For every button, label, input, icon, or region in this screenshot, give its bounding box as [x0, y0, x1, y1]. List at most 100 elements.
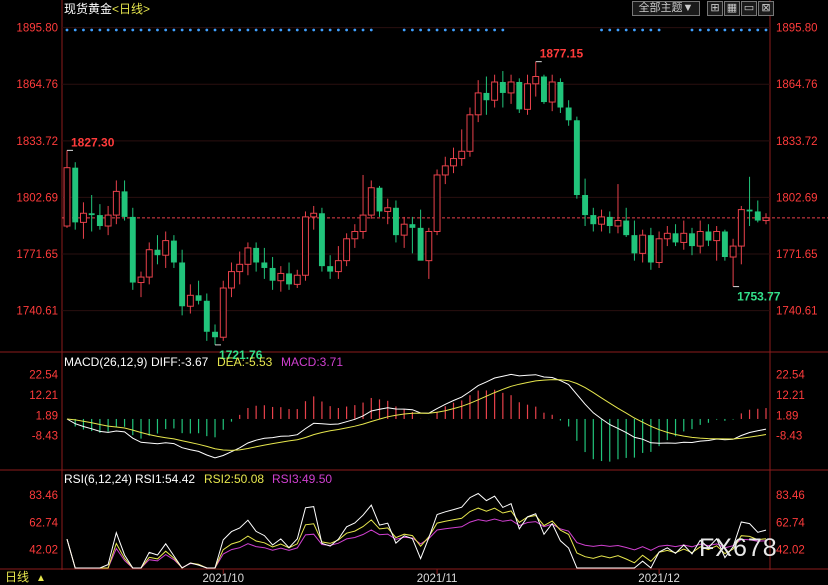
candle-body-down: [573, 120, 580, 196]
candle-body-up: [737, 209, 745, 247]
candle-body-up: [343, 238, 351, 262]
y-tick-label-left: 1802.69: [16, 192, 58, 204]
candle-body-down: [203, 300, 210, 332]
candle-body-up: [433, 174, 441, 232]
rsi-title: RSI(6,12,24): [64, 472, 132, 486]
candle-body-down: [516, 81, 523, 110]
macd-y-tick-left: -8.43: [32, 431, 58, 443]
y-tick-label-left: 1740.61: [16, 306, 58, 318]
event-marker-dot: [715, 28, 719, 32]
event-marker-dot: [452, 28, 455, 32]
x-axis-date-label: 2021/11: [417, 573, 458, 585]
period-tab[interactable]: 日线: [5, 570, 29, 584]
candle-body-up: [614, 220, 622, 227]
period-tab-arrow[interactable]: ▲: [36, 573, 46, 584]
event-marker-dot: [739, 28, 743, 32]
candle-body-down: [96, 215, 103, 227]
candle-body-down: [88, 213, 95, 216]
candle-body-up: [137, 276, 145, 284]
event-marker-dot: [608, 28, 612, 32]
event-marker-dot: [616, 28, 620, 32]
macd-y-tick-right: 12.21: [776, 390, 805, 402]
y-tick-label-left: 1864.76: [16, 79, 58, 91]
y-tick-label-right: 1895.80: [776, 23, 818, 35]
candle-body-down: [499, 81, 506, 93]
y-tick-label-left: 1895.80: [16, 23, 58, 35]
candle-body-up: [162, 240, 170, 256]
candle-body-up: [532, 76, 540, 85]
candle-body-up: [548, 81, 556, 103]
event-marker-dot: [476, 28, 480, 32]
event-marker-dot: [197, 28, 200, 32]
event-marker-dot: [295, 28, 299, 32]
candle-body-up: [441, 165, 449, 176]
event-marker-dot: [468, 28, 472, 32]
x-axis-date-label: 2021/12: [638, 573, 680, 585]
candle-body-down: [541, 76, 547, 103]
candle-body-up: [302, 216, 309, 276]
event-marker-dot: [287, 28, 291, 32]
macd-dif-line: [66, 373, 767, 459]
event-marker-dot: [485, 28, 488, 32]
theme-select-label: 全部主题: [638, 2, 683, 14]
rsi-y-tick-left: 83.46: [29, 490, 58, 502]
event-marker-dot: [361, 28, 365, 32]
event-marker-dot: [254, 28, 258, 32]
candle-body-up: [145, 249, 153, 278]
candle-body-up: [79, 212, 87, 223]
candle-body-down: [705, 231, 712, 241]
event-marker-dot: [410, 28, 414, 32]
event-marker-dot: [345, 28, 348, 32]
macd-y-tick-right: -8.43: [776, 431, 802, 443]
rsi1-value: RSI1:54.42: [135, 472, 195, 486]
candle-body-up: [458, 150, 466, 160]
event-marker-dot: [764, 28, 768, 32]
candle-body-up: [293, 274, 301, 285]
event-marker-dot: [164, 28, 168, 32]
candle-body-down: [582, 195, 589, 216]
event-marker-dot: [328, 28, 332, 32]
candle-body-down: [327, 266, 334, 272]
candle-body-down: [72, 167, 79, 223]
event-marker-dot: [188, 28, 192, 32]
event-marker-dot: [748, 28, 751, 32]
candle-body-down: [195, 295, 202, 301]
event-marker-dot: [65, 28, 69, 32]
candle-body-down: [392, 207, 399, 236]
y-tick-label-left: 1771.65: [16, 249, 58, 261]
candle-body-down: [689, 233, 695, 247]
candle-body-up: [112, 190, 120, 216]
event-marker-dot: [123, 28, 126, 32]
candle-body-down: [121, 191, 128, 217]
candle-body-down: [623, 220, 630, 236]
close-panel-icon[interactable]: ⊠: [758, 1, 774, 16]
rsi-y-tick-left: 62.74: [29, 517, 58, 529]
candle-body-down: [409, 224, 416, 228]
event-marker-dot: [460, 28, 464, 32]
event-marker-dot: [402, 28, 406, 32]
event-marker-dot: [493, 28, 497, 32]
event-marker-dot: [649, 28, 653, 32]
candle-body-up: [598, 216, 605, 225]
event-marker-dot: [690, 28, 694, 32]
candle-body-up: [524, 83, 531, 110]
candle-body-up: [219, 287, 227, 338]
event-marker-dot: [419, 28, 423, 32]
event-marker-dot: [501, 28, 505, 32]
candle-body-down: [565, 107, 572, 121]
period-label[interactable]: <日线>: [112, 2, 150, 16]
grid-view-icon[interactable]: ⊞: [707, 1, 723, 16]
event-marker-dot: [156, 28, 159, 32]
macd-dif-value: DIFF:-3.67: [151, 355, 209, 369]
event-marker-dot: [304, 28, 307, 32]
event-marker-dot: [279, 28, 283, 32]
candle-body-up: [63, 167, 71, 227]
restore-window-icon[interactable]: ▭: [741, 1, 757, 16]
theme-select-button[interactable]: 全部主题▼: [632, 1, 700, 16]
candle-body-down: [170, 240, 177, 263]
event-marker-dot: [246, 28, 250, 32]
event-marker-dot: [353, 28, 357, 32]
candle-body-up: [244, 247, 252, 265]
layout-icon[interactable]: ▦: [724, 1, 740, 16]
event-marker-dot: [369, 28, 373, 32]
